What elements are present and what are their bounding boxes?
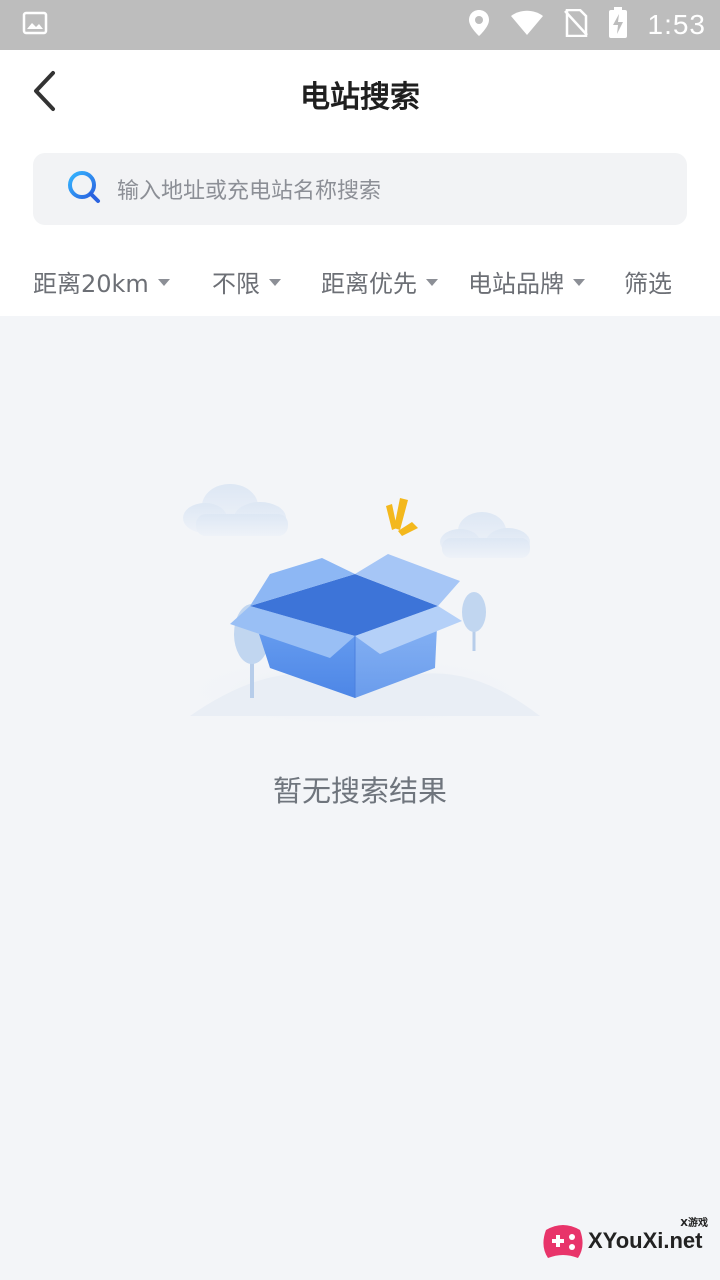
filter-label: 不限: [212, 270, 260, 298]
filter-distance[interactable]: 距离20km: [33, 264, 170, 299]
filter-sort[interactable]: 距离优先: [321, 264, 438, 299]
empty-message: 暂无搜索结果: [272, 774, 447, 808]
status-icons: 1:53: [468, 7, 707, 43]
watermark-sub: X游戏: [680, 1218, 708, 1229]
filter-label: 电站品牌: [468, 270, 564, 298]
page-title: 电站搜索: [300, 80, 420, 115]
status-time: 1:53: [647, 9, 706, 40]
watermark-text: XYouXi.net: [588, 1228, 703, 1253]
filter-label: 距离优先: [321, 270, 417, 298]
filter-bar: 距离20km 不限 距离优先 电站品牌 筛选: [0, 256, 720, 304]
caret-down-icon: [269, 279, 281, 286]
caret-down-icon: [426, 279, 438, 286]
image-icon: [22, 11, 48, 39]
caret-down-icon: [157, 279, 170, 286]
no-sim-icon: [563, 8, 588, 41]
location-icon: [468, 9, 490, 41]
filter-label: 筛选: [624, 270, 672, 298]
status-bar: 1:53: [0, 0, 720, 50]
filter-label: 距离20km: [33, 270, 149, 298]
empty-box-icon: [170, 476, 550, 740]
search-input[interactable]: 输入地址或充电站名称搜索: [33, 153, 687, 225]
battery-charging-icon: [608, 7, 628, 43]
filter-limit[interactable]: 不限: [212, 264, 281, 299]
filter-more[interactable]: 筛选: [624, 264, 672, 299]
gamepad-logo-icon: [540, 1222, 586, 1266]
empty-state: 暂无搜索结果: [0, 316, 720, 1280]
wifi-icon: [510, 10, 544, 40]
header: 电站搜索 输入地址或充电站名称搜索 距离20km 不限 距离优先 电站品牌 筛选: [0, 50, 720, 316]
search-placeholder: 输入地址或充电站名称搜索: [117, 179, 382, 204]
watermark: X游戏 XYouXi.net: [540, 1214, 710, 1270]
filter-brand[interactable]: 电站品牌: [468, 264, 585, 299]
caret-down-icon: [573, 279, 585, 286]
search-icon: [67, 170, 101, 208]
nav-bar: 电站搜索: [0, 50, 720, 138]
